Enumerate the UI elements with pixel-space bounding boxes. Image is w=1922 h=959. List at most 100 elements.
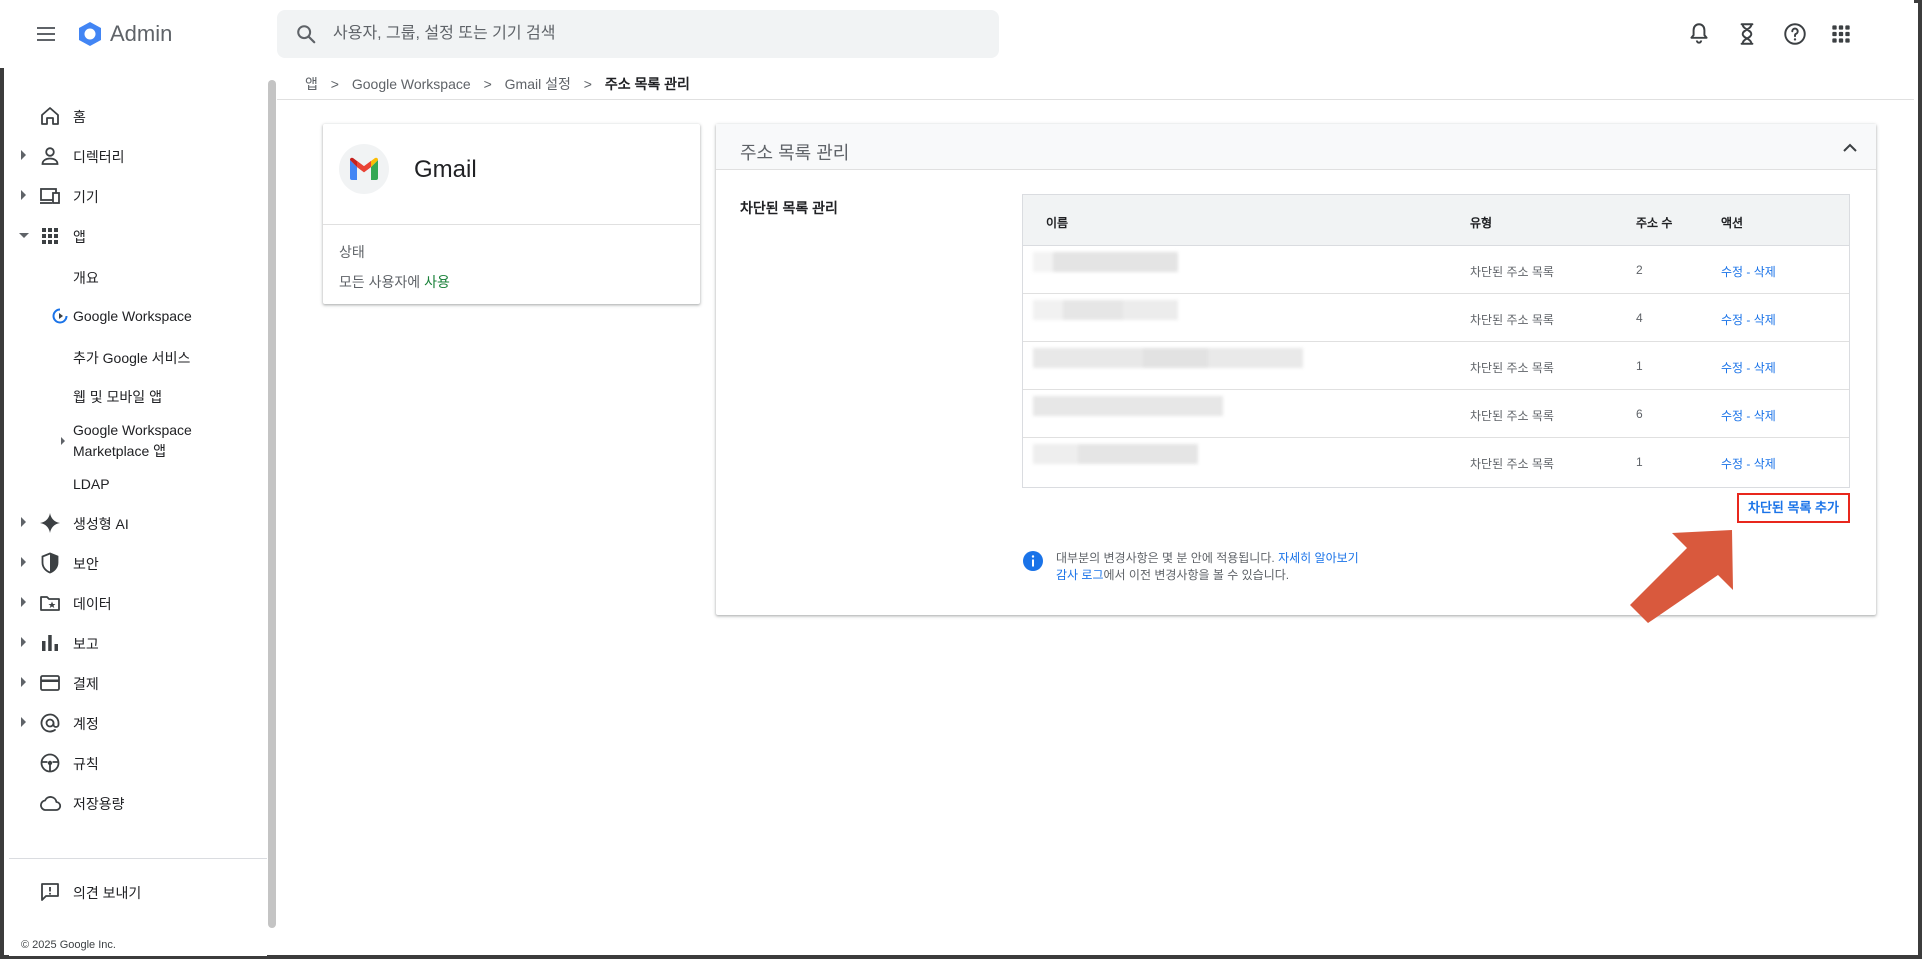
app-title[interactable]: Admin	[110, 20, 172, 48]
chevron-up-icon[interactable]	[1838, 136, 1862, 160]
table-row[interactable]: 차단된 주소 목록 4 수정 - 삭제	[1023, 294, 1849, 342]
expand-arrow-icon[interactable]	[21, 190, 26, 200]
sidebar-item-data[interactable]: 데이터	[9, 586, 267, 620]
search-bar[interactable]	[277, 10, 999, 58]
feedback-label: 의견 보내기	[73, 885, 142, 901]
send-feedback-button[interactable]: 의견 보내기	[9, 875, 267, 909]
edit-delete-link[interactable]: 수정 - 삭제	[1721, 263, 1776, 280]
column-header-name[interactable]: 이름	[1046, 214, 1068, 231]
audit-log-link[interactable]: 감사 로그	[1056, 568, 1104, 582]
expand-arrow-icon[interactable]	[21, 717, 26, 727]
card-divider	[323, 224, 700, 225]
panel-title: 주소 목록 관리	[740, 143, 850, 163]
table-header: 이름 유형 주소 수 액션	[1023, 195, 1849, 246]
sidebar-item-security[interactable]: 보안	[9, 546, 267, 580]
expand-arrow-icon[interactable]	[61, 437, 65, 445]
sidebar-subitem-additional-services[interactable]: 추가 Google 서비스	[73, 348, 190, 368]
sidebar-item-label: 저장용량	[73, 796, 125, 812]
cloud-icon	[40, 796, 62, 811]
expand-arrow-icon[interactable]	[21, 557, 26, 567]
sidebar-item-label: 규칙	[73, 756, 99, 772]
sidebar-item-label: 결제	[73, 676, 99, 692]
sidebar-item-rules[interactable]: 규칙	[9, 746, 267, 780]
notifications-icon[interactable]	[1686, 21, 1712, 47]
sidebar-item-devices[interactable]: 기기	[9, 179, 267, 213]
sidebar-item-apps[interactable]: 앱	[9, 219, 267, 253]
sidebar-item-generative-ai[interactable]: 생성형 AI	[9, 506, 267, 540]
sidebar-item-reports[interactable]: 보고	[9, 626, 267, 660]
gmail-logo-icon	[349, 157, 379, 180]
status-value[interactable]: 사용	[424, 274, 450, 290]
info-text: 에서 이전 변경사항을 볼 수 있습니다.	[1103, 568, 1290, 582]
column-header-count[interactable]: 주소 수	[1636, 214, 1672, 231]
expand-arrow-icon[interactable]	[21, 597, 26, 607]
tasks-hourglass-icon[interactable]	[1734, 21, 1760, 47]
redacted-name	[1033, 348, 1303, 376]
sidebar-item-billing[interactable]: 결제	[9, 666, 267, 700]
sidebar-item-account[interactable]: 계정	[9, 706, 267, 740]
expand-arrow-icon[interactable]	[21, 150, 26, 160]
table-row[interactable]: 차단된 주소 목록 6 수정 - 삭제	[1023, 390, 1849, 438]
blocked-lists-table: 이름 유형 주소 수 액션 차단된 주소 목록 2 수정 - 삭제 차단된 주소…	[1022, 194, 1850, 488]
at-icon	[40, 713, 60, 733]
breadcrumb: 앱 > Google Workspace > Gmail 설정 > 주소 목록 …	[305, 74, 690, 92]
edit-delete-link[interactable]: 수정 - 삭제	[1721, 455, 1776, 472]
sidebar-divider	[9, 858, 267, 859]
row-count: 1	[1636, 455, 1643, 469]
breadcrumb-gmail-settings[interactable]: Gmail 설정	[505, 74, 571, 94]
expand-arrow-icon[interactable]	[21, 677, 26, 687]
sidebar-subitem-google-workspace[interactable]: Google Workspace	[73, 308, 192, 324]
breadcrumb-separator: >	[583, 76, 592, 92]
sidebar-scrollbar[interactable]	[268, 80, 276, 928]
search-input[interactable]	[333, 22, 973, 46]
info-text-line1: 대부분의 변경사항은 몇 분 안에 적용됩니다. 자세히 알아보기	[1056, 549, 1359, 566]
status-prefix: 모든 사용자에	[339, 274, 421, 290]
table-row[interactable]: 차단된 주소 목록 1 수정 - 삭제	[1023, 438, 1849, 486]
sidebar-item-home[interactable]: 홈	[9, 99, 267, 133]
expand-arrow-icon[interactable]	[21, 637, 26, 647]
sparkle-icon	[40, 513, 60, 533]
sidebar-subitem-overview[interactable]: 개요	[73, 268, 99, 288]
sidebar-subitem-ldap[interactable]: LDAP	[73, 476, 110, 492]
gmail-service-card: Gmail 상태 모든 사용자에 사용	[323, 124, 700, 304]
menu-icon[interactable]	[34, 22, 58, 46]
top-app-bar: Admin	[0, 0, 1914, 68]
sidebar-subitem-web-mobile-apps[interactable]: 웹 및 모바일 앱	[73, 387, 162, 407]
search-icon[interactable]	[295, 23, 317, 45]
edit-delete-link[interactable]: 수정 - 삭제	[1721, 407, 1776, 424]
breadcrumb-google-workspace[interactable]: Google Workspace	[352, 76, 471, 92]
row-type: 차단된 주소 목록	[1470, 409, 1554, 423]
row-count: 1	[1636, 359, 1643, 373]
google-apps-icon[interactable]	[1828, 21, 1854, 47]
panel-header[interactable]: 주소 목록 관리	[716, 124, 1876, 170]
admin-logo-icon[interactable]	[76, 20, 104, 48]
sidebar-item-label: 기기	[73, 189, 99, 205]
edit-delete-link[interactable]: 수정 - 삭제	[1721, 359, 1776, 376]
learn-more-link[interactable]: 자세히 알아보기	[1278, 551, 1359, 565]
copyright-text: © 2025 Google Inc.	[21, 939, 116, 951]
status-label: 상태	[339, 244, 365, 260]
row-count: 2	[1636, 263, 1643, 277]
table-row[interactable]: 차단된 주소 목록 1 수정 - 삭제	[1023, 342, 1849, 390]
add-blocked-list-button[interactable]: 차단된 목록 추가	[1737, 493, 1850, 523]
sidebar-subitem-marketplace-line1[interactable]: Google Workspace	[73, 422, 192, 438]
row-type: 차단된 주소 목록	[1470, 313, 1554, 327]
table-row[interactable]: 차단된 주소 목록 2 수정 - 삭제	[1023, 246, 1849, 294]
sidebar-item-label: 앱	[73, 229, 86, 245]
breadcrumb-separator: >	[330, 76, 339, 92]
redacted-name	[1033, 252, 1178, 280]
sidebar-subitem-marketplace-line2[interactable]: Marketplace 앱	[73, 441, 166, 461]
column-header-type[interactable]: 유형	[1470, 214, 1492, 231]
help-icon[interactable]	[1782, 21, 1808, 47]
collapse-arrow-icon[interactable]	[19, 233, 29, 238]
sidebar-item-storage[interactable]: 저장용량	[9, 786, 267, 820]
info-text-line2: 감사 로그에서 이전 변경사항을 볼 수 있습니다.	[1056, 566, 1289, 583]
sidebar-item-label: 계정	[73, 716, 99, 732]
sidebar-item-directory[interactable]: 디렉터리	[9, 139, 267, 173]
edit-delete-link[interactable]: 수정 - 삭제	[1721, 311, 1776, 328]
sidebar-item-label: 보고	[73, 636, 99, 652]
breadcrumb-apps[interactable]: 앱	[305, 74, 318, 94]
row-count: 4	[1636, 311, 1643, 325]
expand-arrow-icon[interactable]	[21, 517, 26, 527]
redacted-name	[1033, 444, 1198, 472]
